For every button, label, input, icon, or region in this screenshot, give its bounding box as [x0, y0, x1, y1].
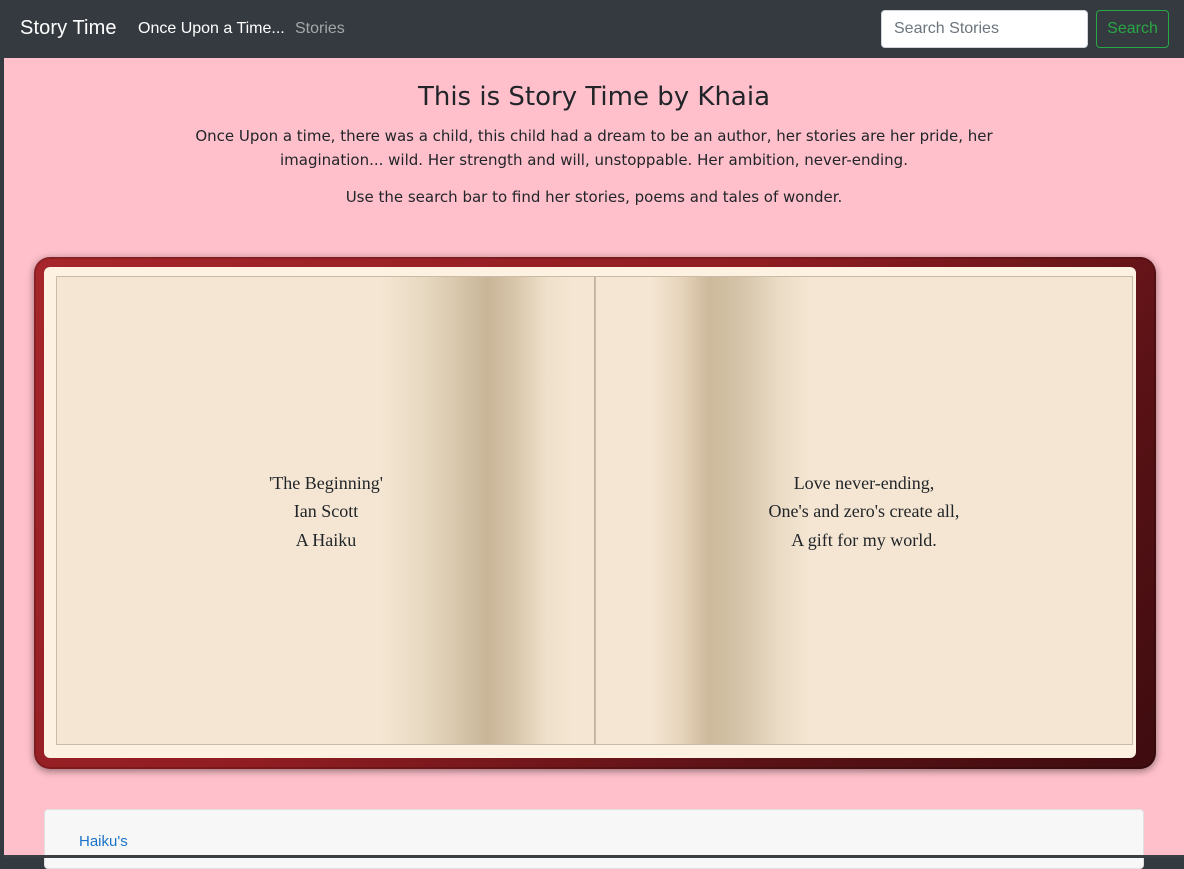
search-button[interactable]: Search [1096, 10, 1169, 48]
right-page-line-3: A gift for my world. [791, 529, 937, 550]
right-page-line-2: One's and zero's create all, [768, 501, 960, 522]
category-link-haikus[interactable]: Haiku's [79, 833, 128, 850]
nav-link-once-upon-a-time[interactable]: Once Upon a Time... [138, 20, 285, 38]
search-input[interactable] [881, 10, 1088, 48]
right-page-text: Love never-ending, One's and zero's crea… [769, 469, 960, 555]
book-cover: 'The Beginning' Ian Scott A Haiku Love n… [34, 257, 1156, 769]
left-page-line-author: Ian Scott [293, 501, 359, 522]
category-card: Haiku's [44, 809, 1144, 869]
book-right-page: Love never-ending, One's and zero's crea… [595, 276, 1133, 745]
hero-instruction-text: Use the search bar to find her stories, … [345, 188, 843, 206]
top-navbar: Story Time Once Upon a Time... Stories S… [0, 0, 1184, 58]
brand-logo-text[interactable]: Story Time [20, 17, 117, 40]
hero-lead-text: Once Upon a time, there was a child, thi… [195, 127, 993, 169]
book-inner: 'The Beginning' Ian Scott A Haiku Love n… [44, 267, 1136, 758]
right-page-line-1: Love never-ending, [793, 472, 935, 493]
nav-link-stories[interactable]: Stories [295, 20, 345, 38]
page-title: This is Story Time by Khaia [417, 82, 771, 112]
left-page-line-genre: A Haiku [295, 529, 357, 550]
book-left-page: 'The Beginning' Ian Scott A Haiku [56, 276, 595, 745]
left-page-text: 'The Beginning' Ian Scott A Haiku [269, 469, 383, 555]
left-page-line-title: 'The Beginning' [269, 472, 383, 493]
main-content: This is Story Time by Khaia Once Upon a … [4, 58, 1184, 869]
